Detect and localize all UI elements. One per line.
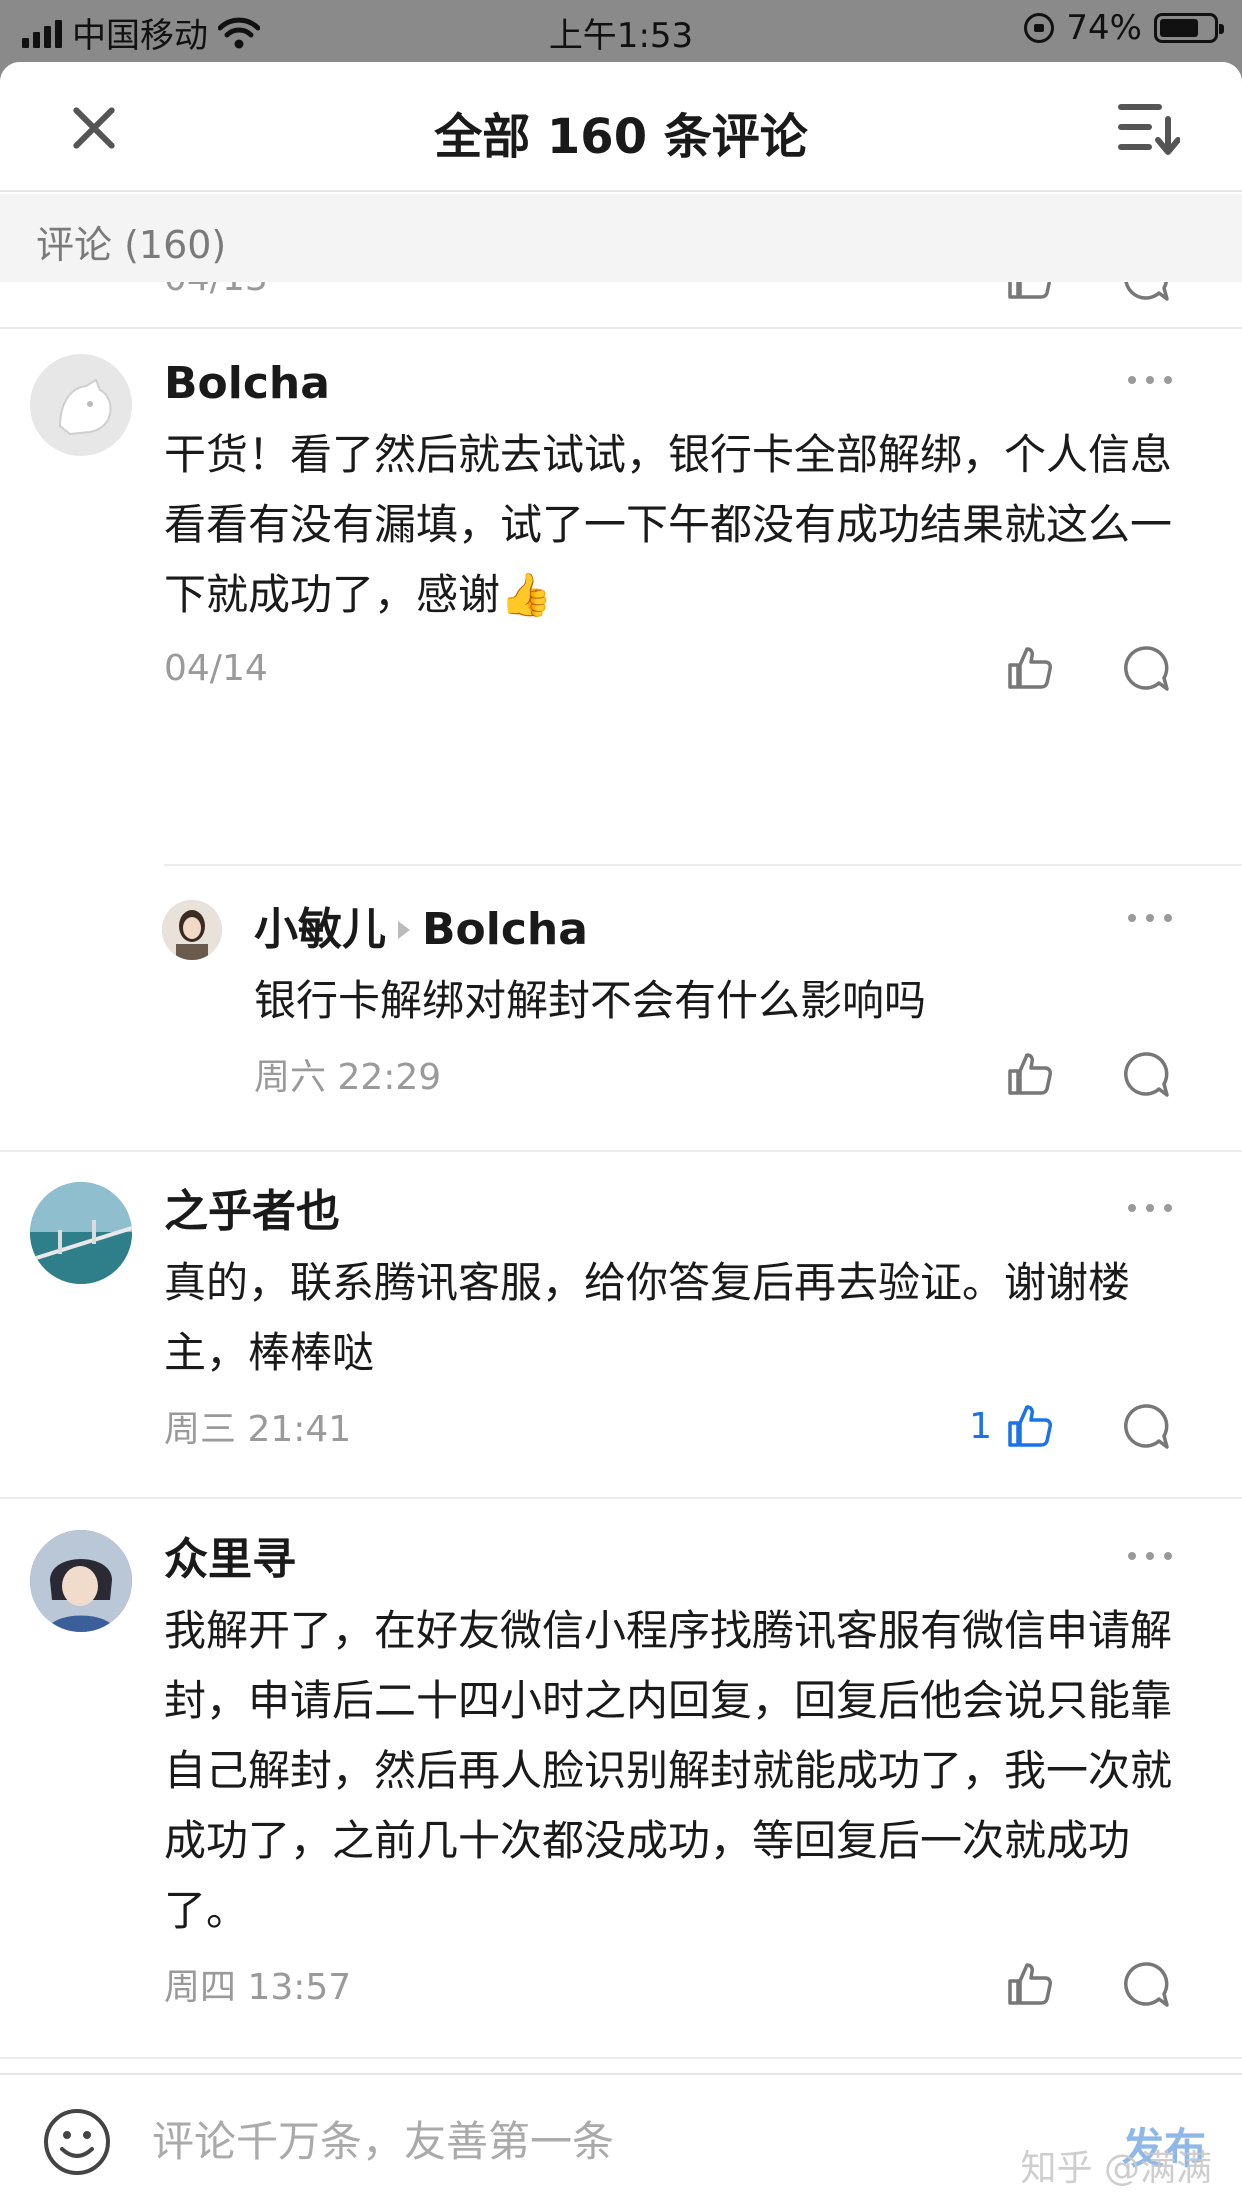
reply-text: 银行卡解绑对解封不会有什么影响吗	[254, 976, 927, 1025]
comment-author[interactable]: 之乎者也	[164, 1182, 1172, 1242]
reply-arrow-icon	[398, 921, 410, 939]
header: 全部 160 条评论	[0, 62, 1242, 192]
reply-icon[interactable]	[1120, 282, 1172, 304]
comment-list[interactable]: 04/13	[0, 282, 1242, 2127]
comment-time: 周四 13:57	[164, 1967, 352, 2008]
avatar[interactable]	[30, 1530, 132, 1632]
comment-author[interactable]: 众里寻	[164, 1530, 1172, 1590]
reply-meta: 周六 22:29	[254, 1048, 1172, 1100]
comment-time: 04/14	[164, 647, 268, 689]
divider	[0, 2057, 1242, 2059]
like-icon[interactable]	[1004, 642, 1056, 694]
battery-icon	[1154, 13, 1224, 43]
emoji-icon[interactable]	[42, 2107, 112, 2177]
comment-text: 真的，联系腾讯客服，给你答复后再去验证。谢谢楼主，棒棒哒	[164, 1258, 1131, 1377]
comment-time: 周三 21:41	[164, 1409, 352, 1450]
page-title: 全部 160 条评论	[434, 109, 808, 165]
comment-meta: 周三 21:41 1	[164, 1400, 1172, 1452]
rotation-lock-icon	[1024, 13, 1055, 43]
comment-meta: 周四 13:57	[164, 1958, 1172, 2010]
reply-target[interactable]: Bolcha	[422, 900, 588, 960]
comment-text: 干货！看了然后就去试试，银行卡全部解绑，个人信息看看有没有漏填，试了一下午都没有…	[164, 430, 1173, 619]
comment-text: 我解开了，在好友微信小程序找腾讯客服有微信申请解封，申请后二十四小时之内回复，回…	[164, 1606, 1173, 1935]
comment-author[interactable]: Bolcha	[164, 354, 1172, 414]
reply-author[interactable]: 小敏儿	[254, 900, 386, 960]
like-icon[interactable]	[1004, 1048, 1056, 1100]
status-bar: 中国移动 上午1:53 74%	[0, 0, 1242, 62]
comment-time: 04/13	[164, 282, 268, 299]
reply-icon[interactable]	[1120, 1048, 1172, 1100]
divider	[0, 1150, 1242, 1152]
comment-input[interactable]	[152, 2105, 952, 2177]
reply-icon[interactable]	[1120, 642, 1172, 694]
comment-meta: 04/13	[164, 282, 1172, 304]
comments-sheet: 全部 160 条评论 评论 (160) 04/13	[0, 62, 1242, 2208]
status-right: 74%	[1024, 8, 1224, 48]
avatar[interactable]	[30, 1182, 132, 1284]
divider	[0, 1497, 1242, 1499]
comment-meta: 04/14	[164, 642, 1172, 694]
sort-icon[interactable]	[1116, 98, 1180, 158]
like-icon[interactable]	[1004, 282, 1056, 304]
reply-icon[interactable]	[1120, 1400, 1172, 1452]
avatar[interactable]	[30, 354, 132, 456]
like-count: 1	[969, 1405, 992, 1447]
reply-icon[interactable]	[1120, 1958, 1172, 2010]
like-icon[interactable]	[1004, 1400, 1056, 1452]
like-icon[interactable]	[1004, 1958, 1056, 2010]
reply-header: 小敏儿 Bolcha	[254, 900, 1172, 960]
comment-input-bar: 发布 知乎 @满满	[0, 2073, 1242, 2208]
watermark: 知乎 @满满	[1020, 2148, 1212, 2189]
reply-time: 周六 22:29	[254, 1057, 442, 1098]
divider	[0, 327, 1242, 329]
avatar[interactable]	[162, 900, 222, 960]
divider	[164, 864, 1242, 866]
battery-percent: 74%	[1066, 8, 1142, 48]
comments-count-label: 评论 (160)	[0, 194, 1242, 282]
like-button-active[interactable]: 1	[969, 1400, 1056, 1452]
